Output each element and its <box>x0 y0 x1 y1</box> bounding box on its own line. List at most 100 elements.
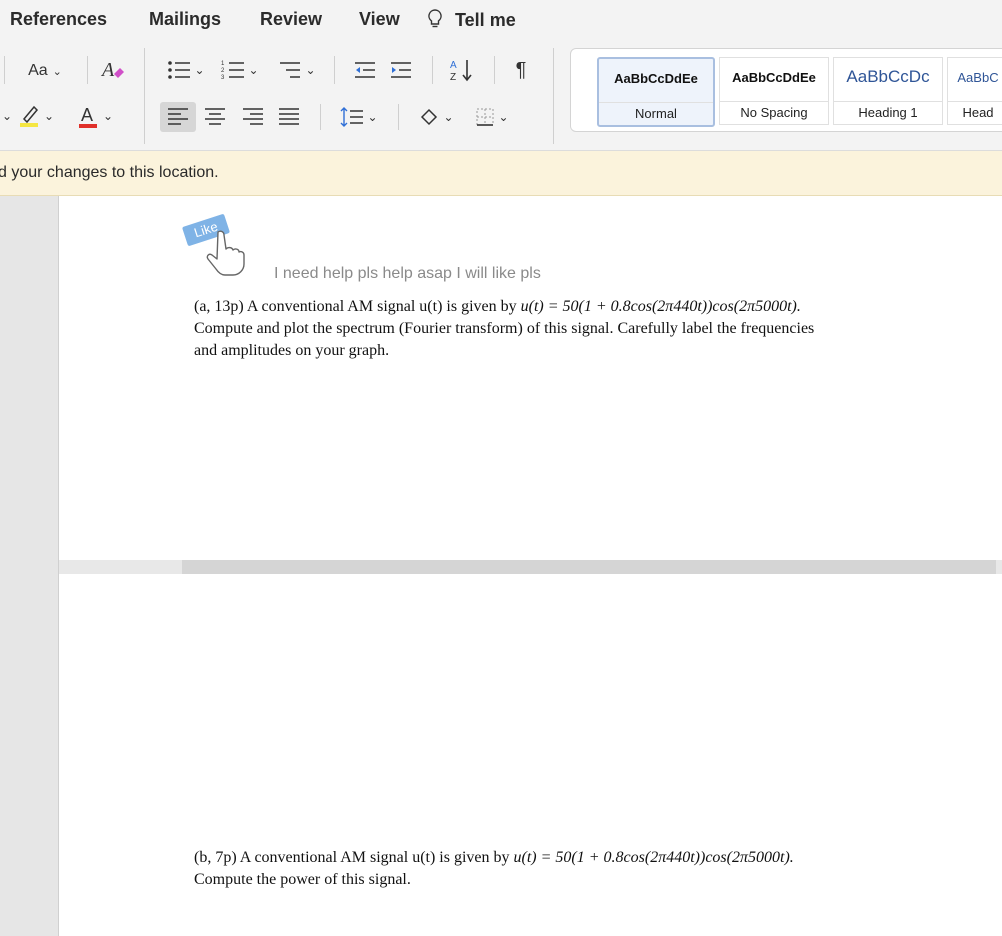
bullets-button[interactable]: ⌄ <box>162 56 210 84</box>
numbering-button[interactable]: 123 ⌄ <box>216 56 264 84</box>
font-size-label: Aa <box>28 62 48 79</box>
increase-indent-icon <box>391 62 411 78</box>
help-request-text: I need help pls help asap I will like pl… <box>274 265 541 282</box>
sort-icon: AZ <box>450 60 472 83</box>
style-sample: AaBbCcDdEe <box>614 71 698 86</box>
chevron-down-icon: ⌄ <box>367 110 378 124</box>
tab-references[interactable]: References <box>10 9 107 30</box>
align-center-button[interactable] <box>200 102 230 132</box>
separator <box>144 48 145 144</box>
line-spacing-icon <box>340 107 364 127</box>
hand-pointer-icon <box>206 230 245 276</box>
question-a-line-1: (a, 13p) A conventional AM signal u(t) i… <box>194 296 954 318</box>
borders-button[interactable]: ⌄ <box>466 102 518 132</box>
line-spacing-button[interactable]: ⌄ <box>334 102 384 132</box>
styles-gallery: AaBbCcDdEe Normal AaBbCcDdEe No Spacing … <box>570 48 1002 132</box>
font-color-icon: A <box>78 105 97 128</box>
question-b-line-1: (b, 7p) A conventional AM signal u(t) is… <box>194 847 954 869</box>
question-a: (a, 13p) A conventional AM signal u(t) i… <box>194 296 954 362</box>
shading-button[interactable]: ⌄ <box>412 102 460 132</box>
style-label: Heading 1 <box>834 101 942 124</box>
tab-mailings[interactable]: Mailings <box>149 9 221 30</box>
tell-me[interactable]: Tell me <box>428 9 516 31</box>
align-center-icon <box>205 108 225 125</box>
increase-indent-button[interactable] <box>386 56 416 84</box>
separator <box>87 56 88 84</box>
style-no-spacing[interactable]: AaBbCcDdEe No Spacing <box>719 57 829 125</box>
chevron-down-icon[interactable]: ⌄ <box>0 104 14 128</box>
chevron-down-icon: ⌄ <box>43 109 55 123</box>
highlighter-icon <box>19 105 38 127</box>
align-right-button[interactable] <box>238 102 268 132</box>
align-right-icon <box>243 108 263 125</box>
menu-bar: References Mailings Review View Tell me <box>0 0 1002 40</box>
clear-formatting-icon: A <box>100 59 124 81</box>
pilcrow-icon: ¶ <box>515 58 527 81</box>
font-size-button[interactable]: Aa ⌄ <box>20 58 70 84</box>
question-b-line-2: Compute the power of this signal. <box>194 871 411 888</box>
left-margin-panel <box>0 196 59 936</box>
justify-icon <box>279 108 299 125</box>
style-heading-2[interactable]: AaBbC Head <box>947 57 1002 125</box>
separator <box>334 56 335 84</box>
separator <box>553 48 554 144</box>
style-heading-1[interactable]: AaBbCcDc Heading 1 <box>833 57 943 125</box>
separator <box>432 56 433 84</box>
chevron-down-icon: ⌄ <box>248 63 259 77</box>
style-label: No Spacing <box>720 101 828 124</box>
decrease-indent-button[interactable] <box>350 56 380 84</box>
style-label: Head <box>948 101 1002 124</box>
separator <box>398 104 399 130</box>
like-sticker: Like <box>181 208 264 278</box>
info-bar-message: d your changes to this location. <box>0 164 219 181</box>
chevron-down-icon: ⌄ <box>305 63 316 77</box>
sort-button[interactable]: AZ <box>444 56 480 84</box>
ribbon: Aa ⌄ A ⌄ ⌄ A ⌄ ⌄ 123 ⌄ ⌄ AZ ¶ ⌄ ⌄ ⌄ AaBb… <box>0 40 1002 151</box>
style-sample: AaBbCcDdEe <box>732 70 816 85</box>
multilevel-list-button[interactable]: ⌄ <box>272 56 322 84</box>
numbered-list-icon: 123 <box>221 61 245 81</box>
align-left-button[interactable] <box>160 102 196 132</box>
separator <box>320 104 321 130</box>
clear-formatting-button[interactable]: A <box>98 56 128 84</box>
tab-review[interactable]: Review <box>260 9 322 30</box>
question-b-formula: u(t) = 50(1 + 0.8cos(2π440t))cos(2π5000t… <box>513 849 794 866</box>
chevron-down-icon: ⌄ <box>498 110 509 124</box>
svg-text:3: 3 <box>221 75 225 81</box>
style-sample: AaBbC <box>957 70 999 85</box>
svg-text:A: A <box>81 105 93 125</box>
show-formatting-marks-button[interactable]: ¶ <box>506 56 536 84</box>
chevron-down-icon: ⌄ <box>52 65 62 78</box>
bullet-list-icon <box>168 61 191 79</box>
paint-bucket-icon <box>421 108 438 126</box>
question-a-line-2: Compute and plot the spectrum (Fourier t… <box>194 320 815 337</box>
question-a-line-3: and amplitudes on your graph. <box>194 342 390 359</box>
tab-view[interactable]: View <box>359 9 400 30</box>
style-normal[interactable]: AaBbCcDdEe Normal <box>597 57 715 127</box>
svg-text:Z: Z <box>450 72 456 83</box>
multilevel-list-icon <box>280 62 301 78</box>
page-break <box>182 560 996 574</box>
svg-text:A: A <box>450 60 457 71</box>
style-label: Normal <box>599 102 713 125</box>
chevron-down-icon: ⌄ <box>443 110 454 124</box>
svg-text:A: A <box>100 59 115 81</box>
borders-icon <box>476 108 494 126</box>
align-left-icon <box>168 108 188 125</box>
decrease-indent-icon <box>355 62 375 78</box>
highlight-color-button[interactable]: ⌄ <box>16 102 56 130</box>
separator <box>4 56 5 84</box>
font-color-button[interactable]: A ⌄ <box>72 102 118 130</box>
lightbulb-icon <box>428 9 442 28</box>
separator <box>494 56 495 84</box>
svg-text:1: 1 <box>221 61 225 67</box>
question-b-prefix: (b, 7p) A conventional AM signal u(t) is… <box>194 849 514 866</box>
question-a-formula: u(t) = 50(1 + 0.8cos(2π440t))cos(2π5000t… <box>520 298 801 315</box>
justify-button[interactable] <box>274 102 304 132</box>
svg-text:2: 2 <box>221 68 225 74</box>
chevron-down-icon: ⌄ <box>194 63 205 77</box>
style-sample: AaBbCcDc <box>846 67 930 86</box>
info-bar: d your changes to this location. <box>0 151 1002 196</box>
tell-me-label: Tell me <box>455 10 516 30</box>
question-b: (b, 7p) A conventional AM signal u(t) is… <box>194 847 954 891</box>
